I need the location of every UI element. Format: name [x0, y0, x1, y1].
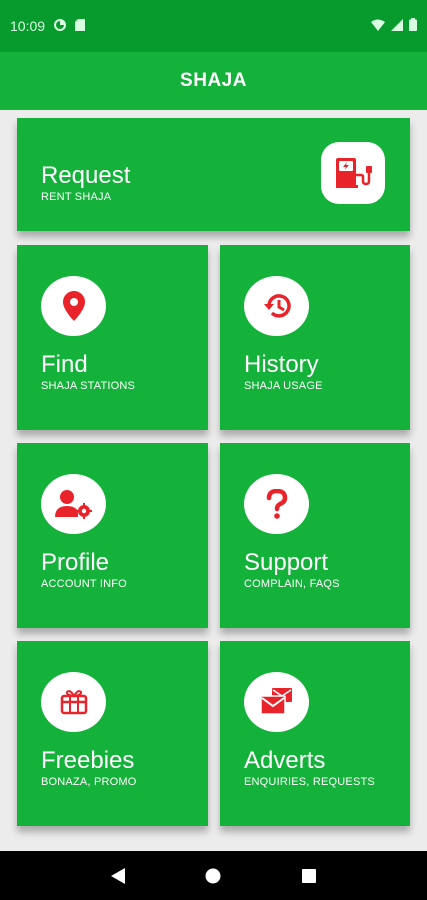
history-tile[interactable]: History SHAJA USAGE	[220, 245, 410, 430]
freebies-subtitle: BONAZA, PROMO	[41, 776, 137, 788]
location-pin-icon	[41, 276, 106, 336]
status-time: 10:09	[10, 18, 46, 34]
ev-charger-icon	[321, 142, 385, 204]
recents-button[interactable]	[294, 861, 324, 891]
home-icon	[205, 868, 221, 883]
history-title: History	[244, 351, 319, 378]
status-bar: 10:09	[0, 0, 427, 52]
question-icon	[244, 474, 309, 534]
home-button[interactable]	[198, 861, 228, 891]
adverts-subtitle: ENQUIRIES, REQUESTS	[244, 776, 375, 788]
mail-icon	[244, 672, 309, 732]
adverts-tile[interactable]: Adverts ENQUIRIES, REQUESTS	[220, 641, 410, 826]
adverts-title: Adverts	[244, 747, 326, 774]
find-subtitle: SHAJA STATIONS	[41, 380, 136, 392]
wifi-icon	[371, 18, 385, 34]
battery-icon	[409, 18, 417, 34]
find-tile[interactable]: Find SHAJA STATIONS	[17, 245, 208, 430]
user-settings-icon	[41, 474, 106, 534]
recents-icon	[302, 868, 317, 883]
cell-signal-icon	[391, 18, 403, 34]
support-title: Support	[244, 549, 329, 576]
app-bar: SHAJA	[0, 52, 427, 110]
request-tile[interactable]: Request RENT SHAJA	[17, 118, 410, 231]
data-saver-icon	[54, 18, 67, 34]
dashboard-grid: Request RENT SHAJA Find SHAJA STATIONS H…	[0, 110, 427, 851]
profile-tile[interactable]: Profile ACCOUNT INFO	[17, 443, 208, 628]
freebies-title: Freebies	[41, 747, 135, 774]
profile-subtitle: ACCOUNT INFO	[41, 578, 127, 590]
profile-title: Profile	[41, 549, 110, 576]
app-title: SHAJA	[180, 70, 247, 91]
support-tile[interactable]: Support COMPLAIN, FAQs	[220, 443, 410, 628]
find-title: Find	[41, 351, 88, 378]
history-icon	[244, 276, 309, 336]
gift-icon	[41, 672, 106, 732]
sd-card-icon	[75, 18, 86, 34]
freebies-tile[interactable]: Freebies BONAZA, PROMO	[17, 641, 208, 826]
history-subtitle: SHAJA USAGE	[244, 380, 323, 392]
system-nav-bar	[0, 851, 427, 900]
back-icon	[110, 867, 125, 884]
back-button[interactable]	[103, 861, 133, 891]
request-subtitle: RENT SHAJA	[41, 191, 112, 203]
request-title: Request	[41, 162, 131, 189]
support-subtitle: COMPLAIN, FAQs	[244, 578, 340, 590]
